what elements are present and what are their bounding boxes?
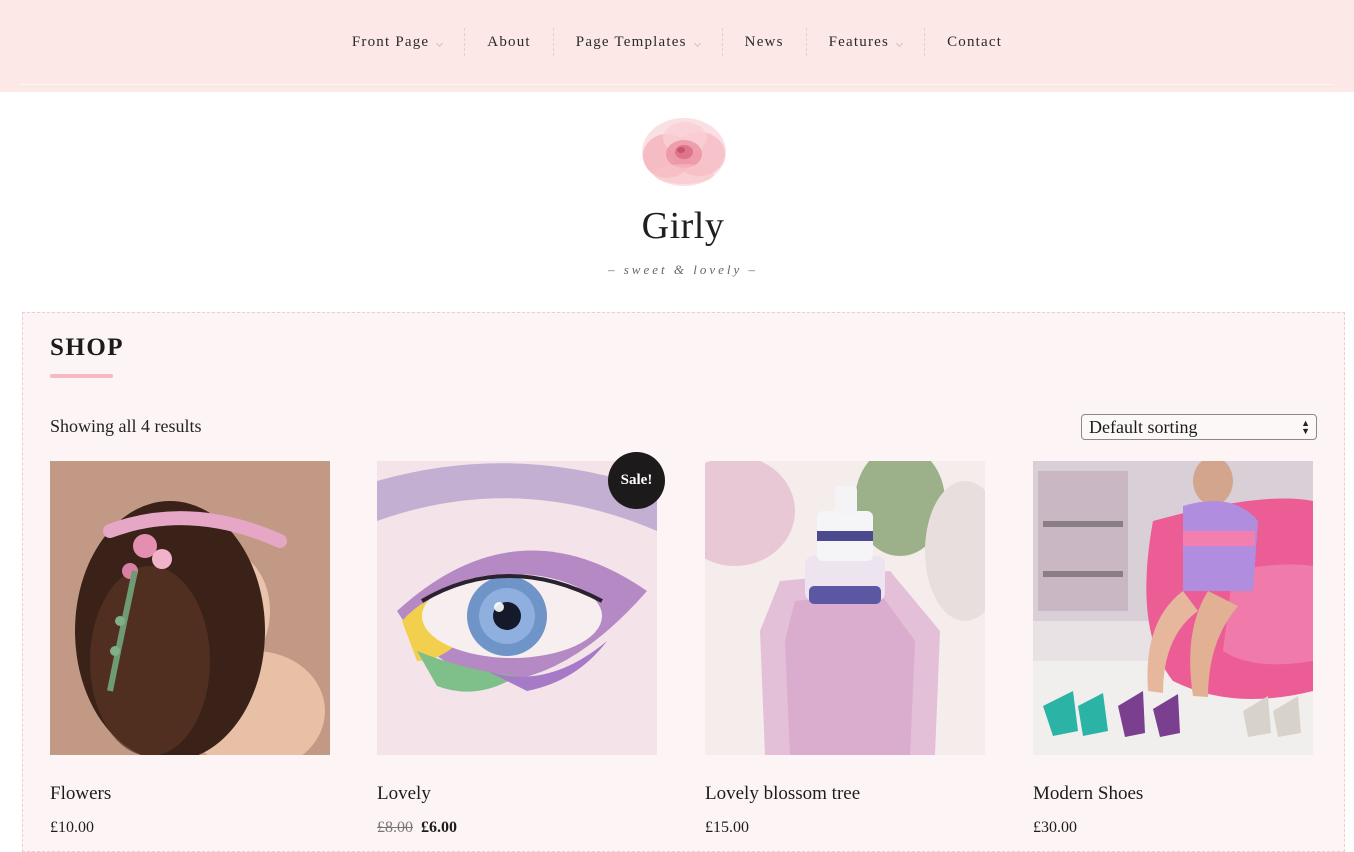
scalloped-border bbox=[0, 88, 1354, 94]
product-price: £8.00 £6.00 bbox=[377, 819, 457, 837]
product-image-lovely-blossom-tree[interactable] bbox=[705, 461, 985, 755]
sale-badge: Sale! bbox=[608, 452, 665, 509]
nav-item-contact[interactable]: Contact bbox=[925, 28, 1024, 56]
product-name[interactable]: Lovely bbox=[377, 783, 431, 805]
regular-price: £8.00 bbox=[377, 819, 413, 836]
product-card[interactable]: Flowers £10.00 bbox=[50, 461, 330, 836]
sale-price: £6.00 bbox=[421, 819, 457, 836]
product-price: £10.00 bbox=[50, 819, 94, 836]
product-price: £15.00 bbox=[705, 819, 749, 836]
page-title: SHOP bbox=[50, 334, 125, 361]
product-image-flowers[interactable] bbox=[50, 461, 330, 755]
title-underline bbox=[50, 374, 113, 378]
result-count: Showing all 4 results bbox=[50, 416, 202, 436]
product-image-modern-shoes[interactable] bbox=[1033, 461, 1313, 755]
nav-item-page-templates[interactable]: Page Templates bbox=[554, 28, 722, 56]
nav-item-front-page[interactable]: Front Page bbox=[330, 28, 464, 56]
product-price: £30.00 bbox=[1033, 819, 1077, 836]
product-image-lovely[interactable] bbox=[377, 461, 657, 755]
sort-select[interactable]: Default sorting ▲ ▼ bbox=[1081, 414, 1317, 440]
nav-item-about[interactable]: About bbox=[465, 28, 553, 56]
nav-item-news[interactable]: News bbox=[723, 28, 806, 56]
sort-select-value: Default sorting bbox=[1089, 417, 1198, 437]
chevron-down-icon bbox=[693, 39, 701, 47]
product-name[interactable]: Modern Shoes bbox=[1033, 783, 1143, 805]
nav-item-label: News bbox=[744, 33, 784, 50]
nav-item-label: Page Templates bbox=[575, 33, 687, 50]
product-name[interactable]: Lovely blossom tree bbox=[705, 783, 860, 805]
top-navigation-bar: Front Page About Page Templates News Fea… bbox=[0, 0, 1354, 94]
product-card[interactable]: Lovely £8.00 £6.00 bbox=[377, 461, 657, 836]
product-name[interactable]: Flowers bbox=[50, 783, 111, 805]
nav-item-label: Front Page bbox=[351, 33, 430, 50]
nav-divider-line bbox=[20, 84, 1334, 85]
nav-item-label: About bbox=[487, 33, 531, 50]
rose-logo-icon[interactable] bbox=[637, 112, 731, 192]
product-card[interactable]: Lovely blossom tree £15.00 bbox=[705, 461, 985, 836]
main-menu: Front Page About Page Templates News Fea… bbox=[0, 28, 1354, 56]
select-arrows-icon: ▲ ▼ bbox=[1301, 418, 1310, 436]
site-title[interactable]: Girly bbox=[0, 204, 1354, 248]
site-tagline: – sweet & lovely – bbox=[607, 262, 759, 277]
nav-item-label: Contact bbox=[947, 33, 1003, 50]
nav-item-features[interactable]: Features bbox=[807, 28, 924, 56]
chevron-down-icon bbox=[436, 39, 444, 47]
product-card[interactable]: Modern Shoes £30.00 bbox=[1033, 461, 1313, 836]
chevron-down-icon bbox=[896, 39, 904, 47]
nav-item-label: Features bbox=[828, 33, 890, 50]
